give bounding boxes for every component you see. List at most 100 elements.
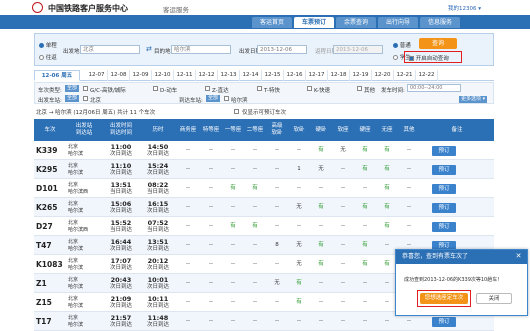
ticket-found-dialog: 恭喜您，查到有票车次了 ✕ 成功查到2013-12-06的K339次等10趟车！…: [395, 249, 528, 316]
nav-tab-booking[interactable]: 车票预订: [294, 17, 334, 28]
arrive-time: 当日到达: [109, 226, 132, 233]
from-station: 北京: [68, 295, 79, 302]
depart-time: 16:44: [110, 237, 132, 246]
arrive-time: 当日到达: [109, 188, 132, 195]
seat-availability: --: [231, 261, 235, 267]
seat-availability: 有: [230, 185, 236, 191]
book-button[interactable]: 预订: [432, 317, 456, 327]
book-button[interactable]: 预订: [432, 222, 456, 232]
date-tab[interactable]: 12-12: [196, 70, 218, 81]
seat-availability: 有: [252, 185, 258, 191]
date-tab[interactable]: 12-15: [262, 70, 284, 81]
duration-value: 13:51: [147, 237, 169, 246]
book-button[interactable]: 预订: [432, 165, 456, 175]
depart-all-tag[interactable]: 全部: [65, 95, 80, 102]
date-tab[interactable]: 12-11: [174, 70, 196, 81]
arrive-all-tag[interactable]: 全部: [206, 95, 221, 102]
col-train[interactable]: 车次: [34, 119, 66, 141]
nav-tab-home[interactable]: 客运首页: [252, 17, 292, 28]
roundtrip-radio-icon: [39, 55, 44, 60]
show-available-label: 仅显示可预订车次: [242, 110, 287, 116]
train-number[interactable]: D27: [34, 217, 66, 236]
seat-availability: --: [275, 299, 279, 305]
date-tab[interactable]: 12-19: [350, 70, 372, 81]
seat-availability: 有: [362, 242, 368, 248]
book-button[interactable]: 预订: [432, 184, 456, 194]
arrive-station-checkbox-icon[interactable]: [224, 96, 229, 101]
to-station: 哈尔滨: [68, 207, 84, 214]
col-stations[interactable]: 出发站 到达站: [66, 119, 102, 141]
type-checkbox-icon[interactable]: [153, 86, 158, 91]
col-duration[interactable]: 历时: [140, 119, 176, 141]
date-tab[interactable]: 12-14: [240, 70, 262, 81]
date-tab[interactable]: 12-13: [218, 70, 240, 81]
oneway-radio-icon: [39, 43, 44, 48]
nav-tab-info[interactable]: 信息服务: [420, 17, 460, 28]
date-tab[interactable]: 12-21: [394, 70, 416, 81]
type-checkbox-icon[interactable]: [83, 86, 88, 91]
date-tab[interactable]: 12-20: [372, 70, 394, 81]
trip-roundtrip[interactable]: 往返: [39, 53, 57, 61]
seat-availability: --: [275, 261, 279, 267]
book-button[interactable]: 预订: [432, 146, 456, 156]
date-tab[interactable]: 12-18: [328, 70, 350, 81]
book-button[interactable]: 预订: [432, 203, 456, 213]
seat-availability: --: [363, 223, 367, 229]
seat-availability: --: [253, 318, 257, 324]
passenger-normal[interactable]: 普通: [393, 41, 411, 49]
date-tab[interactable]: 12-17: [306, 70, 328, 81]
time-pair: 16:44 次日到达: [102, 236, 140, 255]
date-tab-active[interactable]: 12-06 周五: [34, 70, 80, 81]
seat-availability: --: [231, 147, 235, 153]
to-input[interactable]: 哈尔滨: [171, 45, 231, 54]
date-tab[interactable]: 12-22: [416, 70, 438, 81]
date-input[interactable]: 2013-12-06: [257, 45, 307, 54]
from-input[interactable]: 北京: [80, 45, 140, 54]
return-input[interactable]: 2013-12-06: [333, 45, 383, 54]
seat-availability: --: [341, 166, 345, 172]
swap-icon[interactable]: ⇄: [146, 45, 152, 54]
duration: 10:11 次日到达: [140, 293, 176, 312]
station-pair: 北京 哈尔滨: [66, 293, 102, 312]
train-number[interactable]: K1083: [34, 255, 66, 274]
type-checkbox-icon[interactable]: [257, 86, 262, 91]
seat-availability: --: [341, 280, 345, 286]
date-tab[interactable]: 12-08: [108, 70, 130, 81]
train-number[interactable]: T17: [34, 312, 66, 331]
type-checkbox-icon[interactable]: [307, 86, 312, 91]
train-number[interactable]: Z15: [34, 293, 66, 312]
time-select[interactable]: 00:00--24:00: [407, 84, 461, 92]
type-checkbox-icon[interactable]: [205, 86, 210, 91]
train-number[interactable]: K265: [34, 198, 66, 217]
duration: 14:50 次日到达: [140, 141, 176, 160]
date-tab[interactable]: 12-16: [284, 70, 306, 81]
all-types-tag[interactable]: 全部: [65, 85, 80, 92]
show-available-checkbox-icon[interactable]: [234, 109, 239, 114]
col-other: 其他: [403, 126, 415, 133]
seat-availability: --: [253, 242, 257, 248]
query-button[interactable]: 查询: [419, 38, 457, 49]
col-remark: 备注: [451, 126, 463, 133]
dialog-close-button[interactable]: 关闭: [476, 293, 512, 304]
col-times[interactable]: 出发时间 到达时间: [102, 119, 140, 141]
nav-tab-guide[interactable]: 出行向导: [378, 17, 418, 28]
type-checkbox-icon[interactable]: [357, 86, 362, 91]
trip-oneway[interactable]: 单程: [39, 41, 57, 49]
train-number[interactable]: K339: [34, 141, 66, 160]
my-account-link[interactable]: 我的12306 ▾: [448, 4, 481, 12]
more-options-button[interactable]: 更多选项 ▾: [459, 96, 488, 103]
close-icon[interactable]: ✕: [514, 252, 523, 261]
nav-tab-tickets[interactable]: 余票查询: [336, 17, 376, 28]
depart-station-checkbox-icon[interactable]: [83, 96, 88, 101]
duration-note: 次日到达: [146, 245, 169, 252]
train-number[interactable]: T47: [34, 236, 66, 255]
train-number[interactable]: Z1: [34, 274, 66, 293]
dialog-title: 恭喜您，查到有票车次了: [396, 250, 527, 264]
train-number[interactable]: D101: [34, 179, 66, 198]
date-tab[interactable]: 12-07: [86, 70, 108, 81]
duration: 10:01 次日到达: [140, 274, 176, 293]
date-tab[interactable]: 12-10: [152, 70, 174, 81]
date-tab[interactable]: 12-09: [130, 70, 152, 81]
train-number[interactable]: K295: [34, 160, 66, 179]
duration: 11:48 次日到达: [140, 312, 176, 331]
